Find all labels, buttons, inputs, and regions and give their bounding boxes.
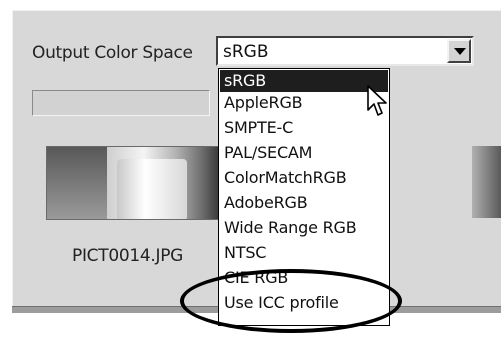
- combobox-selected-value: sRGB: [223, 42, 269, 62]
- chevron-down-icon: [454, 48, 466, 55]
- dropdown-option-pal-secam[interactable]: PAL/SECAM: [220, 142, 388, 164]
- dropdown-option-srgb[interactable]: sRGB: [220, 70, 388, 92]
- dropdown-option-colormatchrgb[interactable]: ColorMatchRGB: [220, 167, 388, 189]
- output-color-space-combobox[interactable]: sRGB: [216, 36, 474, 66]
- thumbnail-cup: [117, 159, 187, 219]
- dropdown-option-adobergb[interactable]: AdobeRGB: [220, 192, 388, 214]
- dropdown-option-applergb[interactable]: AppleRGB: [220, 92, 388, 114]
- highlight-circle-annotation: [180, 269, 402, 333]
- dropdown-toggle-button[interactable]: [447, 39, 471, 63]
- thumbnail-image-next[interactable]: [472, 146, 501, 218]
- thumbnail-shadow: [47, 147, 107, 219]
- dropdown-option-ntsc[interactable]: NTSC: [220, 242, 388, 264]
- dropdown-option-wide-range-rgb[interactable]: Wide Range RGB: [220, 217, 388, 239]
- output-color-space-label: Output Color Space: [32, 43, 193, 63]
- thumbnail-image[interactable]: [46, 146, 224, 220]
- thumbnail-filename: PICT0014.JPG: [72, 246, 184, 266]
- progress-bar: [32, 90, 210, 116]
- dropdown-option-smpte-c[interactable]: SMPTE-C: [220, 117, 388, 139]
- mouse-pointer-icon: [367, 85, 387, 116]
